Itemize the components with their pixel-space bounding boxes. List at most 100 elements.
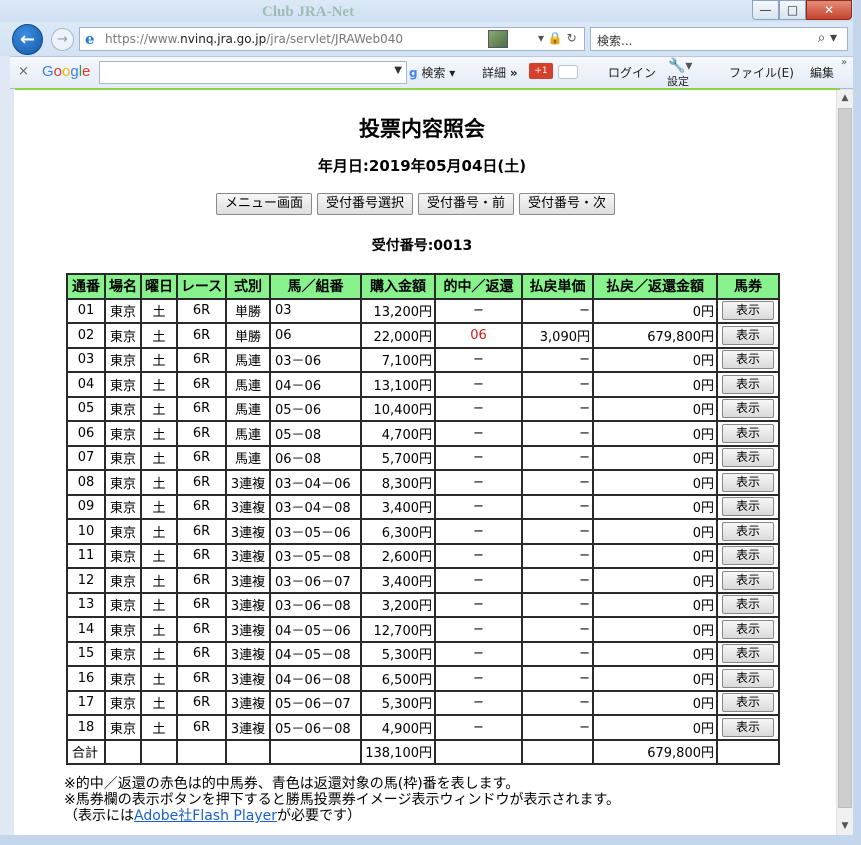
toggle-switch[interactable] [558, 65, 578, 79]
show-ticket-button[interactable]: 表示 [722, 644, 774, 664]
settings-label[interactable]: 設定 [667, 73, 689, 89]
cell-hit: − [434, 371, 523, 398]
show-ticket-button[interactable]: 表示 [722, 301, 774, 321]
show-ticket-button[interactable]: 表示 [722, 546, 774, 566]
site-thumbnail-icon[interactable] [488, 30, 508, 48]
login-button[interactable]: ログイン [608, 64, 656, 81]
url-text[interactable]: https://www.nvinq.jra.go.jp/jra/servlet/… [105, 32, 403, 46]
detail-button[interactable]: 詳細 » [482, 64, 518, 81]
cell-unit: − [521, 346, 594, 373]
show-ticket-button[interactable]: 表示 [722, 448, 774, 468]
cell-combo: 05－06－07 [269, 689, 362, 716]
table-row: 04 東京土 6R 馬連 04－06 13,100円 − −0円 表示 [66, 371, 780, 398]
maximize-button[interactable]: □ [779, 0, 806, 20]
receipt-select-button[interactable]: 受付番号選択 [317, 193, 414, 215]
cell-race: 6R [176, 665, 227, 692]
cell-unit: − [521, 371, 594, 398]
table-row: 10 東京土 6R 3連複 03－05－06 6,300円 − −0円 表示 [66, 518, 780, 545]
show-ticket-button[interactable]: 表示 [722, 350, 774, 370]
cell-payout: 0円 [592, 371, 718, 398]
google-search-input[interactable]: ▼ [99, 61, 407, 84]
cell-no: 12 [66, 567, 106, 594]
close-window-button[interactable]: ✕ [806, 0, 852, 20]
cell-unit: − [521, 665, 594, 692]
cell-hit: − [434, 714, 523, 741]
wrench-icon[interactable]: 🔧▾ [668, 58, 692, 74]
show-ticket-button[interactable]: 表示 [722, 399, 774, 419]
show-ticket-button[interactable]: 表示 [722, 717, 774, 737]
cell-ticket: 表示 [716, 346, 780, 373]
search-icon[interactable]: ⌕ ▾ [818, 30, 837, 46]
cell-amount: 4,900円 [360, 714, 436, 741]
show-ticket-button[interactable]: 表示 [722, 497, 774, 517]
cell-hit: − [434, 395, 523, 422]
edit-menu[interactable]: 編集 [810, 64, 834, 81]
cell-place: 東京 [104, 640, 142, 667]
cell-hit: 06 [434, 322, 523, 349]
browser-search-box[interactable]: 検索... ⌕ ▾ [590, 27, 848, 51]
cell-race: 6R [176, 469, 227, 496]
table-row: 03 東京土 6R 馬連 03－06 7,100円 − −0円 表示 [66, 346, 780, 373]
cell-type: 単勝 [225, 297, 271, 324]
forward-arrow-icon[interactable]: → [51, 28, 74, 51]
cell-type: 3連複 [225, 567, 271, 594]
show-ticket-button[interactable]: 表示 [722, 325, 774, 345]
cell-type: 3連複 [225, 714, 271, 741]
back-arrow-icon[interactable]: ← [12, 24, 43, 55]
show-ticket-button[interactable]: 表示 [722, 570, 774, 590]
cell-combo: 03－04－08 [269, 493, 362, 520]
show-ticket-button[interactable]: 表示 [722, 374, 774, 394]
show-ticket-button[interactable]: 表示 [722, 619, 774, 639]
show-ticket-button[interactable]: 表示 [722, 668, 774, 688]
cell-ticket: 表示 [716, 689, 780, 716]
lock-icon[interactable]: 🔒 [548, 31, 563, 45]
scroll-up-icon[interactable]: ▲ [837, 90, 853, 107]
cell-unit: − [521, 493, 594, 520]
file-menu[interactable]: ファイル(E) [729, 64, 794, 81]
flash-player-link[interactable]: Adobe社Flash Player [134, 808, 277, 824]
cell-no: 08 [66, 469, 106, 496]
cell-no: 02 [66, 322, 106, 349]
total-amount: 138,100円 [360, 738, 436, 765]
cell-day: 土 [140, 297, 178, 324]
dropdown-arrow-icon[interactable]: ▾ [538, 31, 544, 45]
window-frame-bottom [0, 835, 861, 845]
show-ticket-button[interactable]: 表示 [722, 693, 774, 713]
table-row: 17 東京土 6R 3連複 05－06－07 5,300円 − −0円 表示 [66, 689, 780, 716]
cell-ticket: 表示 [716, 616, 780, 643]
minimize-button[interactable]: — [752, 0, 779, 20]
note-line-3: （表示にはAdobe社Flash Playerが必要です） [64, 808, 361, 824]
google-search-button[interactable]: g 検索 ▾ [409, 64, 455, 81]
show-ticket-button[interactable]: 表示 [722, 595, 774, 615]
chevron-more-icon[interactable]: » [841, 57, 847, 68]
show-ticket-button[interactable]: 表示 [722, 423, 774, 443]
vertical-scrollbar[interactable]: ▲ ▼ [836, 90, 853, 835]
cell-unit: 3,090円 [521, 322, 594, 349]
cell-combo: 06 [269, 322, 362, 349]
cell-race: 6R [176, 297, 227, 324]
gplus-icon[interactable]: +1 [529, 63, 553, 79]
table-row: 09 東京土 6R 3連複 03－04－08 3,400円 − −0円 表示 [66, 493, 780, 520]
scroll-down-icon[interactable]: ▼ [837, 818, 853, 835]
cell-place: 東京 [104, 322, 142, 349]
show-ticket-button[interactable]: 表示 [722, 521, 774, 541]
receipt-prev-button[interactable]: 受付番号・前 [418, 193, 515, 215]
menu-screen-button[interactable]: メニュー画面 [216, 193, 313, 215]
table-row: 14 東京土 6R 3連複 04－05－06 12,700円 − −0円 表示 [66, 616, 780, 643]
cell-day: 土 [140, 567, 178, 594]
scroll-thumb[interactable] [838, 108, 852, 808]
address-bar[interactable]: e https://www.nvinq.jra.go.jp/jra/servle… [79, 27, 585, 51]
note-line-1: ※的中／返還の赤色は的中馬券、青色は返還対象の馬(枠)番を表します。 [64, 776, 520, 792]
cell-day: 土 [140, 665, 178, 692]
receipt-next-button[interactable]: 受付番号・次 [519, 193, 616, 215]
total-payout: 679,800円 [592, 738, 718, 765]
chevron-down-icon[interactable]: ▼ [394, 65, 402, 76]
table-row: 08 東京土 6R 3連複 03－04－06 8,300円 − −0円 表示 [66, 469, 780, 496]
close-toolbar-icon[interactable]: × [18, 64, 29, 79]
page-content: 投票内容照会 年月日:2019年05月04日(土) メニュー画面 受付番号選択 … [14, 90, 836, 835]
show-ticket-button[interactable]: 表示 [722, 472, 774, 492]
empty-cell [104, 738, 142, 765]
cell-ticket: 表示 [716, 493, 780, 520]
col-header-race: レース [176, 273, 227, 300]
refresh-icon[interactable]: ↻ [567, 31, 577, 45]
